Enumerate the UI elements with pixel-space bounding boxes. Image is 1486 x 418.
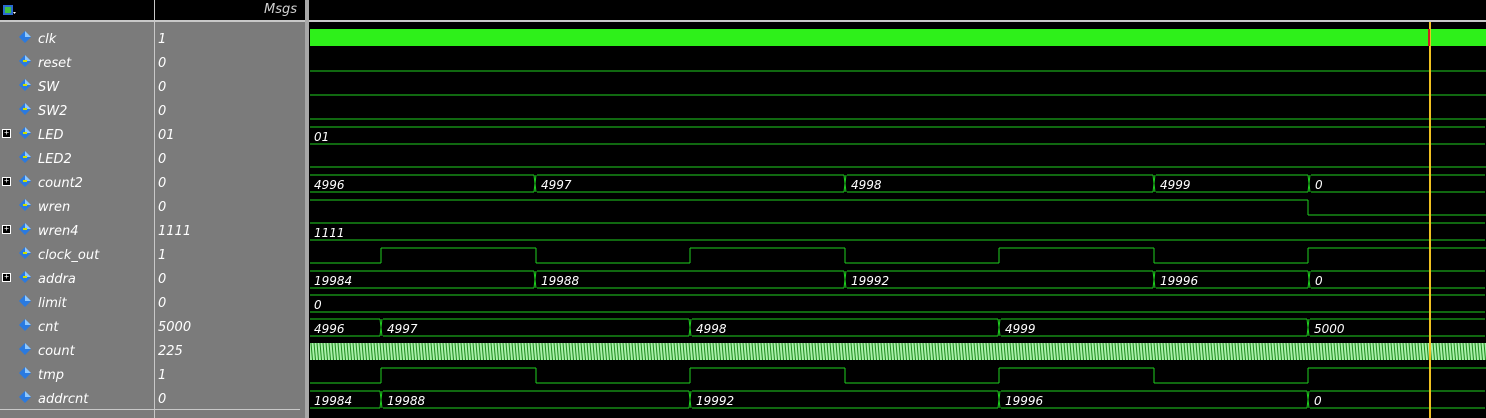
signal-row-wren[interactable]: wren 0 xyxy=(0,196,305,220)
bus-value-label: 19984 xyxy=(314,274,352,288)
bus-value-label: 4996 xyxy=(314,178,345,192)
signal-value: 1111 xyxy=(158,224,192,239)
wave-menu-icon[interactable] xyxy=(2,3,16,17)
signal-value: 0 xyxy=(158,80,167,95)
signal-row-LED2[interactable]: LED2 0 xyxy=(0,148,305,172)
cursor-marker xyxy=(1428,29,1430,46)
signal-name: clock_out xyxy=(38,248,100,263)
bus-value-label: 19996 xyxy=(1005,394,1044,408)
signal-value: 01 xyxy=(158,128,175,143)
signal-name: reset xyxy=(38,56,72,71)
signal-name: cnt xyxy=(38,320,59,335)
bus-value-label: 1111 xyxy=(314,226,345,240)
signal-name: addra xyxy=(38,272,76,287)
signal-row-LED[interactable]: + LED 01 xyxy=(0,124,305,148)
bus-value-label: 19988 xyxy=(387,394,426,408)
signal-value: 225 xyxy=(158,344,183,359)
signal-value: 0 xyxy=(158,176,167,191)
signal-diamond-icon xyxy=(19,103,31,115)
bus-value-label: 4997 xyxy=(387,322,418,336)
signal-diamond-icon xyxy=(19,271,31,283)
signal-name: SW2 xyxy=(38,104,68,119)
signal-diamond-icon xyxy=(19,175,31,187)
expand-icon[interactable]: + xyxy=(2,177,11,186)
bus-value-label: 0 xyxy=(314,298,322,312)
bus-value-label: 4998 xyxy=(696,322,727,336)
signal-row-SW2[interactable]: SW2 0 xyxy=(0,100,305,124)
signal-row-count2[interactable]: + count2 0 xyxy=(0,172,305,196)
expand-icon[interactable]: + xyxy=(2,225,11,234)
signal-value: 0 xyxy=(158,56,167,71)
bus-value-label: 19996 xyxy=(1160,274,1199,288)
signal-value: 0 xyxy=(158,152,167,167)
clk-wave xyxy=(310,29,1486,46)
signal-row-clock_out[interactable]: clock_out 1 xyxy=(0,244,305,268)
signal-name: count xyxy=(38,344,75,359)
signal-value: 1 xyxy=(158,368,167,383)
signal-diamond-icon xyxy=(19,31,31,43)
signal-name: wren xyxy=(38,200,71,215)
signal-diamond-icon xyxy=(19,343,31,355)
signal-value: 1 xyxy=(158,32,167,47)
values-header: Msgs xyxy=(155,0,305,22)
signal-name: count2 xyxy=(38,176,83,191)
signal-name: LED2 xyxy=(38,152,72,167)
signal-value: 0 xyxy=(158,104,167,119)
bus-value-label: 19988 xyxy=(541,274,580,288)
signal-name: clk xyxy=(38,32,57,47)
signal-name: LED xyxy=(38,128,64,143)
bus-value-label: 4998 xyxy=(851,178,882,192)
signal-value: 0 xyxy=(158,296,167,311)
signal-row-wren4[interactable]: + wren4 1111 xyxy=(0,220,305,244)
bus-value-label: 4999 xyxy=(1160,178,1191,192)
bus-value-label: 0 xyxy=(1315,274,1323,288)
bus-value-label: 19992 xyxy=(696,394,734,408)
signal-diamond-icon xyxy=(19,295,31,307)
bus-value-label: 0 xyxy=(1315,178,1323,192)
waveform-area[interactable]: 01 4996 4997 4998 4999 0 1111 19984 19988 19992 19… xyxy=(309,22,1486,418)
signal-row-cnt[interactable]: cnt 5000 xyxy=(0,316,305,340)
signal-row-clk[interactable]: clk 1 xyxy=(0,28,305,52)
signal-name: SW xyxy=(38,80,60,95)
signal-name: wren4 xyxy=(38,224,79,239)
signal-diamond-icon xyxy=(19,127,31,139)
waveform-header xyxy=(309,0,1486,22)
expand-icon[interactable]: + xyxy=(2,129,11,138)
signal-value: 1 xyxy=(158,248,167,263)
signal-row-tmp[interactable]: tmp 1 xyxy=(0,364,305,388)
signal-diamond-icon xyxy=(19,319,31,331)
signal-diamond-icon xyxy=(19,151,31,163)
signal-value: 0 xyxy=(158,272,167,287)
signal-row-reset[interactable]: reset 0 xyxy=(0,52,305,76)
signal-diamond-icon xyxy=(19,391,31,403)
signal-diamond-icon xyxy=(19,199,31,211)
names-header[interactable] xyxy=(0,0,154,22)
signal-row-count[interactable]: count 225 xyxy=(0,340,305,364)
signal-diamond-icon xyxy=(19,223,31,235)
bus-value-label: 4997 xyxy=(541,178,572,192)
signal-name: limit xyxy=(38,296,67,311)
bus-value-label: 01 xyxy=(314,130,329,144)
signal-diamond-icon xyxy=(19,55,31,67)
signal-row-addra[interactable]: + addra 0 xyxy=(0,268,305,292)
signal-row-limit[interactable]: limit 0 xyxy=(0,292,305,316)
values-header-label: Msgs xyxy=(263,2,297,17)
signal-value: 0 xyxy=(158,200,167,215)
signal-row-SW[interactable]: SW 0 xyxy=(0,76,305,100)
bus-value-label: 19992 xyxy=(851,274,889,288)
signal-value: 0 xyxy=(158,392,167,407)
bus-value-label: 4999 xyxy=(1005,322,1036,336)
signal-name: tmp xyxy=(38,368,65,383)
expand-icon[interactable]: + xyxy=(2,273,11,282)
bus-value-label: 19984 xyxy=(314,394,352,408)
signal-name: addrcnt xyxy=(38,392,89,407)
signal-diamond-icon xyxy=(19,79,31,91)
bottom-divider xyxy=(0,409,300,410)
signal-diamond-icon xyxy=(19,247,31,259)
signal-value: 5000 xyxy=(158,320,192,335)
bus-value-label: 5000 xyxy=(1314,322,1345,336)
signal-diamond-icon xyxy=(19,367,31,379)
bus-value-label: 4996 xyxy=(314,322,345,336)
bus-value-label: 0 xyxy=(1314,394,1322,408)
